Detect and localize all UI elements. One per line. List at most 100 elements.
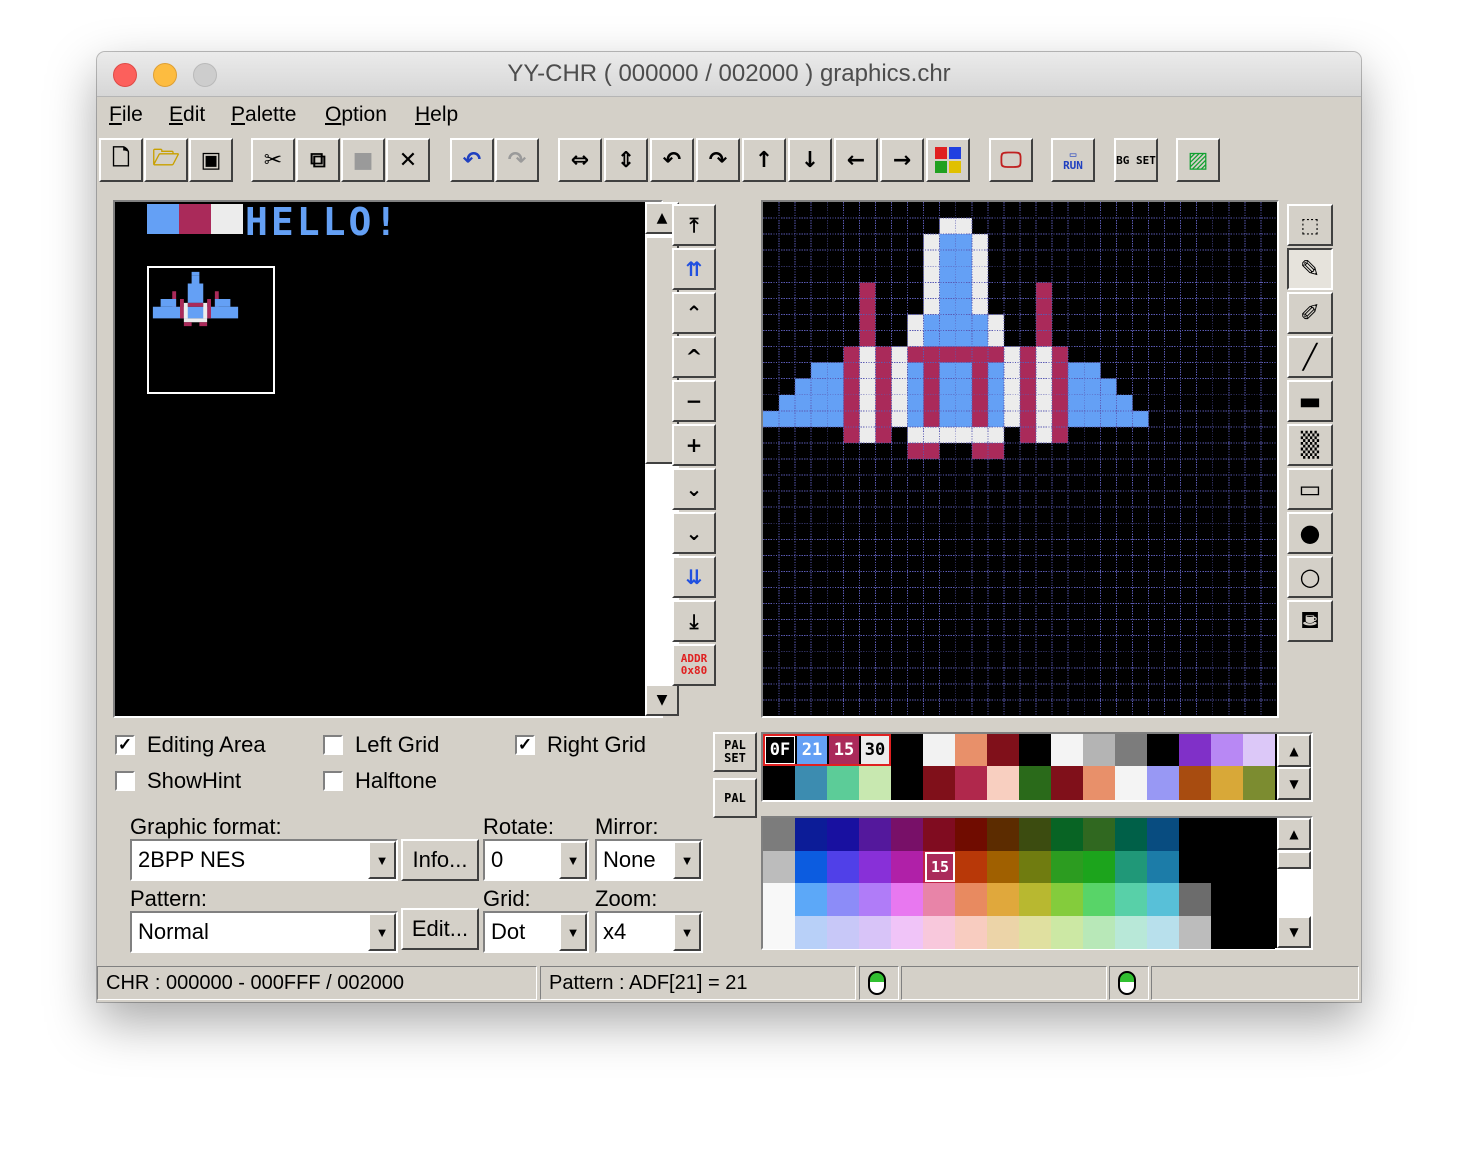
cut-button[interactable]: ✂	[251, 138, 295, 182]
master-color-swatch[interactable]	[1243, 883, 1275, 916]
grid-select[interactable]: Dot ▼	[483, 911, 589, 953]
master-color-swatch[interactable]	[1179, 850, 1211, 884]
flip-vertical-button[interactable]: ⇕	[604, 138, 648, 182]
pencil-tool-button[interactable]: ✐	[1287, 292, 1333, 334]
master-scroll-up-button[interactable]: ▲	[1277, 818, 1311, 850]
halftone-checkbox[interactable]: Halftone	[323, 768, 437, 794]
master-color-swatch[interactable]	[1051, 915, 1083, 949]
rect-tool-button[interactable]: ▭	[1287, 468, 1333, 510]
shift-left-button[interactable]: ←	[834, 138, 878, 182]
master-color-swatch[interactable]	[1243, 818, 1275, 851]
master-color-swatch[interactable]	[987, 915, 1019, 949]
right-grid-check[interactable]: ✓	[515, 735, 535, 755]
palette-entry-1[interactable]: 21	[797, 736, 827, 764]
nav-up-button[interactable]: ^	[672, 336, 716, 378]
active-palette[interactable]: 0F 21 15 30	[763, 734, 891, 766]
replace-color-button[interactable]	[926, 138, 970, 182]
menu-palette[interactable]: Palette	[231, 103, 296, 127]
master-color-swatch[interactable]	[1051, 818, 1083, 851]
master-color-swatch[interactable]	[1211, 818, 1243, 851]
dither-tool-button[interactable]: ▒	[1287, 424, 1333, 466]
line-tool-button[interactable]: ╱	[1287, 336, 1333, 378]
right-grid-checkbox[interactable]: ✓ Right Grid	[515, 732, 646, 758]
palette-entry-2[interactable]: 15	[829, 736, 859, 764]
editing-area-checkbox[interactable]: ✓ Editing Area	[115, 732, 266, 758]
nav-down-fast-button[interactable]: ⌄	[672, 512, 716, 554]
master-color-swatch[interactable]	[955, 883, 987, 916]
paste-button[interactable]: ■	[341, 138, 385, 182]
exit-button[interactable]: ▨	[1176, 138, 1220, 182]
scroll-down-button[interactable]: ▼	[645, 684, 679, 716]
new-file-button[interactable]: 🗋	[99, 138, 143, 182]
editing-area-check[interactable]: ✓	[115, 735, 135, 755]
left-grid-check[interactable]	[323, 735, 343, 755]
master-color-swatch[interactable]	[1147, 915, 1179, 949]
master-color-swatch[interactable]	[763, 915, 795, 949]
left-grid-checkbox[interactable]: Left Grid	[323, 732, 439, 758]
palette-scroll-up-button[interactable]: ▲	[1277, 734, 1311, 767]
palette-table[interactable]: 0F 21 15 30 ▲ ▼	[761, 732, 1313, 802]
clear-button[interactable]: ✕	[386, 138, 430, 182]
rotate-left-button[interactable]: ↶	[650, 138, 694, 182]
selection-box[interactable]	[147, 266, 275, 394]
master-color-swatch[interactable]	[1211, 915, 1243, 949]
master-color-swatch[interactable]	[1115, 915, 1147, 949]
master-color-swatch[interactable]	[1051, 850, 1083, 884]
master-color-swatch[interactable]	[987, 850, 1019, 884]
chevron-down-icon[interactable]: ▼	[673, 913, 701, 951]
nav-up-fast-button[interactable]: ⌃	[672, 292, 716, 334]
export-button[interactable]: 🖵	[989, 138, 1033, 182]
nav-page-down-button[interactable]: ⇊	[672, 556, 716, 598]
master-color-swatch[interactable]	[827, 883, 859, 916]
flip-horizontal-button[interactable]: ⇔	[558, 138, 602, 182]
pal-set-button[interactable]: PAL SET	[713, 732, 757, 772]
master-scroll-thumb[interactable]	[1277, 851, 1311, 869]
nav-page-up-button[interactable]: ⇈	[672, 248, 716, 290]
fill-tool-button[interactable]: ⛾	[1287, 600, 1333, 642]
pattern-select[interactable]: Normal ▼	[130, 911, 398, 953]
master-color-swatch[interactable]	[763, 818, 795, 851]
selected-master-color[interactable]: 15	[925, 852, 955, 882]
master-color-swatch[interactable]	[1211, 883, 1243, 916]
redo-button[interactable]: ↷	[495, 138, 539, 182]
master-color-swatch[interactable]	[1211, 850, 1243, 884]
pal-button[interactable]: PAL	[713, 778, 757, 818]
run-button[interactable]: ▭ RUN	[1051, 138, 1095, 182]
master-scroll-down-button[interactable]: ▼	[1277, 916, 1311, 948]
master-color-swatch[interactable]	[1083, 850, 1115, 884]
master-color-swatch[interactable]	[891, 850, 923, 884]
master-color-swatch[interactable]	[1243, 915, 1275, 949]
master-color-swatch[interactable]	[987, 818, 1019, 851]
master-color-swatch[interactable]	[859, 915, 891, 949]
pixel-editor-canvas[interactable]	[763, 202, 1277, 716]
zoom-select[interactable]: x4 ▼	[595, 911, 703, 953]
menu-option[interactable]: Option	[325, 103, 387, 127]
master-color-swatch[interactable]	[1051, 883, 1083, 916]
master-color-swatch[interactable]	[795, 915, 827, 949]
master-color-swatch[interactable]	[1147, 818, 1179, 851]
tile-browser[interactable]: HELLO! ▲ ▼	[113, 200, 679, 718]
master-color-swatch[interactable]	[827, 850, 859, 884]
master-color-swatch[interactable]	[1019, 915, 1051, 949]
master-color-grid[interactable]: 15 ▲ ▼	[761, 816, 1313, 950]
chevron-down-icon[interactable]: ▼	[368, 913, 396, 951]
master-color-swatch[interactable]	[795, 850, 827, 884]
palette-entry-3[interactable]: 30	[861, 736, 889, 764]
master-color-swatch[interactable]	[859, 883, 891, 916]
master-color-swatch[interactable]	[827, 915, 859, 949]
master-color-swatch[interactable]	[795, 883, 827, 916]
circle-tool-button[interactable]: ○	[1287, 556, 1333, 598]
nav-minus-button[interactable]: −	[672, 380, 716, 422]
info-button[interactable]: Info...	[401, 839, 479, 881]
filled-rect-tool-button[interactable]: ▬	[1287, 380, 1333, 422]
master-color-swatch[interactable]	[1115, 883, 1147, 916]
rotate-select[interactable]: 0 ▼	[483, 839, 589, 881]
pixel-editor[interactable]	[761, 200, 1279, 718]
master-color-swatch[interactable]	[1179, 818, 1211, 851]
mirror-select[interactable]: None ▼	[595, 839, 703, 881]
chevron-down-icon[interactable]: ▼	[559, 841, 587, 879]
select-tool-button[interactable]: ⬚	[1287, 204, 1333, 246]
nav-bottom-button[interactable]: ⤓	[672, 600, 716, 642]
chevron-down-icon[interactable]: ▼	[559, 913, 587, 951]
master-color-swatch[interactable]	[1147, 883, 1179, 916]
